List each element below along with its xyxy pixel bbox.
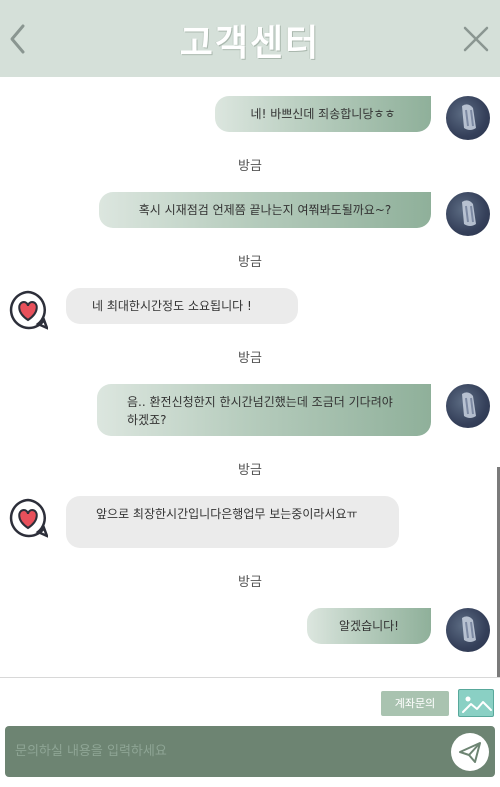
message-timestamp: 방금 [238,159,262,174]
agent-avatar-heart-icon [9,498,48,538]
chat-message-list[interactable]: 네! 바쁘신데 죄송합니당ㅎㅎ 방금 혹시 시재점검 언제쯤 끝나는지 여쭤봐도… [0,77,500,677]
message-timestamp: 방금 [238,255,262,270]
send-button[interactable] [451,733,489,771]
user-message-bubble: 혹시 시재점검 언제쯤 끝나는지 여쭤봐도될까요~? [99,192,431,228]
message-text: 혹시 시재점검 언제쯤 끝나는지 여쭤봐도될까요~? [138,203,392,217]
agent-message-bubble: 네 최대한시간정도 소요됩니다 ! [66,288,298,324]
paper-plane-icon [459,742,481,763]
agent-avatar-heart-icon [9,290,48,330]
image-upload-button[interactable] [458,689,494,717]
user-avatar [446,96,490,140]
user-message-bubble: 알겠습니다! [307,608,431,644]
message-timestamp: 방금 [238,463,262,478]
account-inquiry-button[interactable]: 계좌문의 [381,691,449,716]
user-avatar [446,384,490,428]
page-title: 고객센터 [179,22,321,64]
message-text: 네 최대한시간정도 소요됩니다 ! [92,299,252,313]
header-bar: 고객센터 [0,0,500,77]
message-timestamp: 방금 [238,575,262,590]
user-message-bubble: 네! 바쁘신데 죄송합니당ㅎㅎ [215,96,431,132]
user-message-bubble: 음.. 환전신청한지 한시간넘긴했는데 조금더 기다려야하겠죠? [97,384,431,436]
close-icon[interactable] [462,25,490,53]
customer-center-chat: 고객센터 네! 바쁘신데 죄송합니당ㅎㅎ 방금 혹시 시재점검 언제쯤 끝나는지… [0,0,500,787]
message-text: 네! 바쁘신데 죄송합니당ㅎㅎ [250,107,396,121]
message-text: 음.. 환전신청한지 한시간넘긴했는데 조금더 기다려야하겠죠? [127,395,393,427]
message-timestamp: 방금 [238,351,262,366]
message-text: 앞으로 최장한시간입니다은행업무 보는중이라서요ㅠ [96,507,358,521]
user-avatar [446,192,490,236]
agent-message-bubble: 앞으로 최장한시간입니다은행업무 보는중이라서요ㅠ [66,496,399,548]
message-text: 알겠습니다! [338,619,399,633]
user-avatar [446,608,490,652]
message-composer [5,726,495,777]
chat-scrollbar[interactable] [496,77,500,677]
divider [0,677,500,678]
message-input[interactable] [15,734,435,768]
image-icon [462,696,492,713]
